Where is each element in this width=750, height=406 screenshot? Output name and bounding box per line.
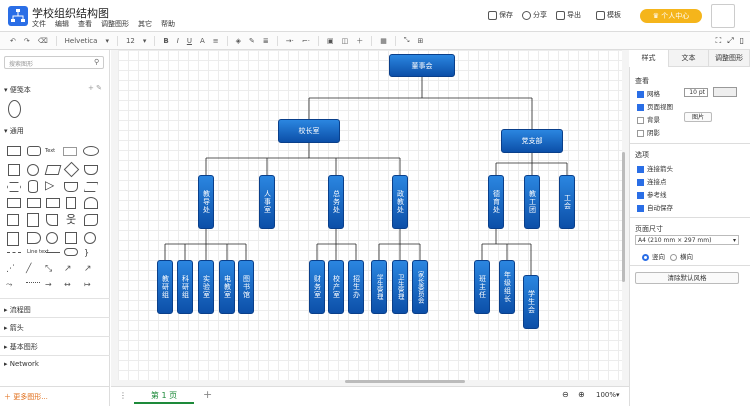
node-renshi[interactable]: 人事室 xyxy=(259,175,275,229)
node-board[interactable]: 董事会 xyxy=(389,54,455,77)
image-button[interactable]: 图片 xyxy=(684,112,712,122)
grid-color-picker[interactable] xyxy=(713,87,737,97)
node-xueshengguanli[interactable]: 学生管理 xyxy=(371,260,387,314)
pages-menu-icon[interactable]: ⋮ xyxy=(119,391,127,400)
node-keyanzu[interactable]: 科研组 xyxy=(177,260,193,314)
node-tushuguan[interactable]: 图书馆 xyxy=(238,260,254,314)
node-xueshenghui[interactable]: 学生会 xyxy=(523,275,539,329)
view-section-label: 查看 xyxy=(635,77,649,85)
node-nianjizuzhang[interactable]: 年级组长 xyxy=(499,260,515,314)
zoom-select[interactable]: 100%▾ xyxy=(596,391,620,399)
connector-line xyxy=(164,229,247,260)
tab-style[interactable]: 样式 xyxy=(629,50,669,67)
zoom-out-icon[interactable]: ⊖ xyxy=(562,390,569,399)
node-zongwu[interactable]: 总务处 xyxy=(328,175,344,229)
node-weishengguanli[interactable]: 卫生管理 xyxy=(392,260,408,314)
divider xyxy=(629,265,750,266)
connector-line xyxy=(316,229,357,260)
grid-size-input[interactable]: 10 pt xyxy=(684,88,708,97)
connector-line xyxy=(205,143,401,175)
page-size-label: 页面尺寸 xyxy=(635,225,663,233)
grid-checkbox[interactable]: 网格 xyxy=(637,88,660,98)
add-page-icon[interactable]: + xyxy=(203,388,212,401)
connector-line xyxy=(378,229,421,260)
node-xiaochanshi[interactable]: 校产室 xyxy=(328,260,344,314)
connection-arrows-checkbox[interactable]: 连接箭头 xyxy=(637,163,673,173)
vertical-scrollbar[interactable] xyxy=(622,152,625,282)
node-principal-office[interactable]: 校长室 xyxy=(278,119,340,143)
node-jiazhangweiyuanhui[interactable]: 家长委员会 xyxy=(412,260,428,314)
landscape-radio[interactable]: 横向 xyxy=(670,251,693,261)
connector-line xyxy=(495,153,568,175)
node-jiaoyanzu[interactable]: 教研组 xyxy=(157,260,173,314)
shadow-checkbox[interactable]: 阴影 xyxy=(637,127,660,137)
page-tab-1[interactable]: 第 1 页 xyxy=(134,388,194,404)
autosave-checkbox[interactable]: 自动保存 xyxy=(637,202,673,212)
node-banzhuren[interactable]: 班主任 xyxy=(474,260,490,314)
node-jiaogongtuan[interactable]: 教工团 xyxy=(524,175,540,229)
node-deyu[interactable]: 德育处 xyxy=(488,175,504,229)
node-jiaodao[interactable]: 教导处 xyxy=(198,175,214,229)
divider xyxy=(629,143,750,144)
node-caiwushi[interactable]: 财务室 xyxy=(309,260,325,314)
tab-arrange[interactable]: 调整图形 xyxy=(709,50,750,67)
page-view-checkbox[interactable]: 页面视图 xyxy=(637,101,673,111)
divider xyxy=(629,217,750,218)
node-gonghui[interactable]: 工会 xyxy=(559,175,575,229)
horizontal-scrollbar[interactable] xyxy=(345,380,465,383)
node-zhaoshengban[interactable]: 招生办 xyxy=(348,260,364,314)
node-party-branch[interactable]: 党支部 xyxy=(501,129,563,153)
guides-checkbox[interactable]: 参考线 xyxy=(637,189,667,199)
zoom-in-icon[interactable]: ⊕ xyxy=(578,390,585,399)
portrait-radio[interactable]: 竖向 xyxy=(642,251,665,261)
reset-style-button[interactable]: 清除默认风格 xyxy=(635,272,739,284)
page-size-select[interactable]: A4 (210 mm × 297 mm) ▾ xyxy=(635,235,739,245)
connector-line xyxy=(308,77,533,129)
node-dianjiaoshi[interactable]: 电教室 xyxy=(219,260,235,314)
options-section-label: 选项 xyxy=(635,151,649,159)
connection-points-checkbox[interactable]: 连接点 xyxy=(637,176,667,186)
node-zhengjiao[interactable]: 政教处 xyxy=(392,175,408,229)
node-shiyanshi[interactable]: 实验室 xyxy=(198,260,214,314)
background-checkbox[interactable]: 背景 xyxy=(637,114,660,124)
tab-text[interactable]: 文本 xyxy=(669,50,709,67)
